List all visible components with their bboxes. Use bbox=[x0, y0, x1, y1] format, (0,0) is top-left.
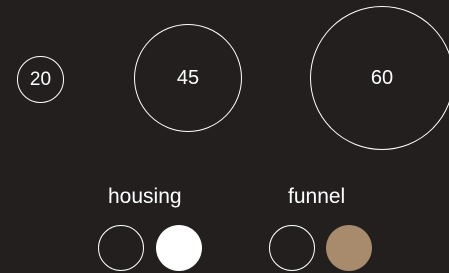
size-label-20: 20 bbox=[29, 69, 52, 90]
housing-label: housing bbox=[108, 185, 182, 208]
funnel-color-dark-swatch[interactable] bbox=[269, 225, 315, 271]
housing-color-white-swatch[interactable] bbox=[156, 225, 202, 271]
funnel-color-tan-swatch[interactable] bbox=[326, 225, 372, 271]
size-option-20[interactable]: 20 bbox=[17, 56, 64, 103]
size-label-60: 60 bbox=[370, 67, 394, 89]
housing-color-dark-swatch[interactable] bbox=[98, 225, 144, 271]
size-option-45[interactable]: 45 bbox=[134, 24, 242, 132]
size-option-60[interactable]: 60 bbox=[310, 6, 449, 150]
size-label-45: 45 bbox=[176, 67, 200, 89]
funnel-label: funnel bbox=[288, 185, 346, 208]
